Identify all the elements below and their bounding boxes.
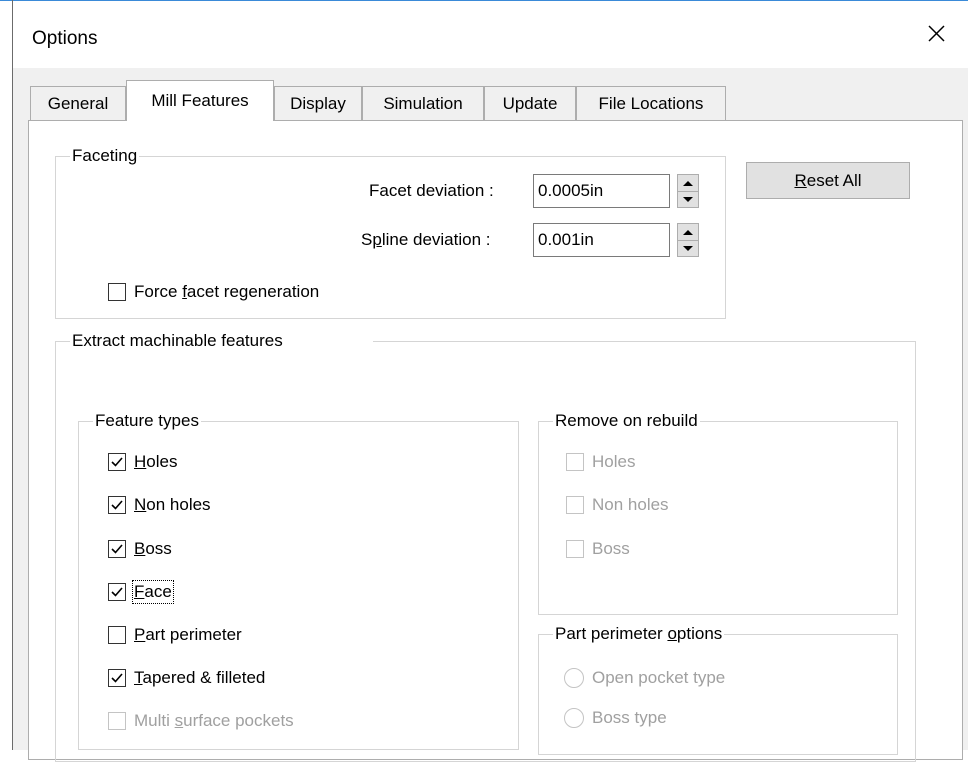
remove-holes-label: Holes [592,452,636,471]
remove-boss-checkbox[interactable]: Boss [566,537,630,561]
checkbox-icon[interactable] [108,540,126,558]
remove-non-holes-checkbox[interactable]: Non holes [566,493,669,517]
feature-part-perimeter-label: Part perimeter [134,625,242,644]
facet-deviation-spinner[interactable] [677,174,699,208]
checkbox-icon[interactable] [108,626,126,644]
spline-deviation-spinner[interactable] [677,223,699,257]
spin-up-icon[interactable] [678,175,698,192]
tab-general[interactable]: General [30,86,126,120]
spin-up-icon[interactable] [678,224,698,241]
checkbox-icon[interactable] [566,540,584,558]
feature-multi-surface-pockets-checkbox[interactable]: Multi surface pockets [108,709,294,733]
tab-update[interactable]: Update [484,86,576,120]
boss-type-radio[interactable]: Boss type [564,706,667,730]
remove-holes-checkbox[interactable]: Holes [566,450,635,474]
checkbox-icon[interactable] [108,712,126,730]
feature-face-checkbox[interactable]: Face [108,580,174,604]
feature-face-label: Face [132,580,174,604]
feature-holes-checkbox[interactable]: Holes [108,450,177,474]
spline-deviation-label: Spline deviation : [361,230,491,249]
checkbox-icon[interactable] [108,583,126,601]
feature-tapered-filleted-checkbox[interactable]: Tapered & filleted [108,666,265,690]
feature-non-holes-checkbox[interactable]: Non holes [108,493,211,517]
open-pocket-type-label: Open pocket type [592,668,726,687]
part-perimeter-options-group: Part perimeter options [538,625,898,755]
spline-deviation-input[interactable]: 0.001in [533,223,670,257]
checkbox-icon[interactable] [566,496,584,514]
reset-all-button[interactable]: Reset All [746,162,910,199]
radio-icon[interactable] [564,668,584,688]
remove-boss-label: Boss [592,539,630,558]
extract-features-legend: Extract machinable features [72,331,283,350]
radio-icon[interactable] [564,708,584,728]
close-icon [928,25,945,42]
checkbox-icon[interactable] [108,496,126,514]
checkbox-icon[interactable] [566,453,584,471]
checkbox-icon[interactable] [108,453,126,471]
window-top-border [0,0,968,1]
part-perimeter-options-legend: Part perimeter options [555,624,723,643]
window-title: Options [32,28,98,49]
feature-part-perimeter-checkbox[interactable]: Part perimeter [108,623,242,647]
open-pocket-type-radio[interactable]: Open pocket type [564,666,725,690]
feature-tapered-filleted-label: Tapered & filleted [134,668,266,687]
feature-types-legend: Feature types [95,411,199,430]
feature-non-holes-label: Non holes [134,495,211,514]
faceting-legend: Faceting [72,146,138,165]
feature-boss-checkbox[interactable]: Boss [108,537,172,561]
remove-on-rebuild-legend: Remove on rebuild [555,411,698,430]
spin-down-icon[interactable] [678,191,698,207]
checkbox-icon[interactable] [108,283,126,301]
tab-display[interactable]: Display [274,86,362,120]
force-facet-regeneration-checkbox[interactable]: Force facet regeneration [108,280,319,304]
feature-multi-surface-pockets-label: Multi surface pockets [134,711,294,730]
close-button[interactable] [920,18,952,50]
remove-non-holes-label: Non holes [592,495,669,514]
facet-deviation-label: Facet deviation : [369,181,494,200]
feature-boss-label: Boss [134,539,172,558]
force-facet-regeneration-label: Force facet regeneration [134,282,320,301]
tab-simulation[interactable]: Simulation [362,86,484,120]
tab-file-locations[interactable]: File Locations [576,86,726,120]
boss-type-label: Boss type [592,708,667,727]
checkbox-icon[interactable] [108,669,126,687]
feature-holes-label: Holes [134,452,178,471]
tab-mill-features[interactable]: Mill Features [126,80,274,121]
spin-down-icon[interactable] [678,240,698,256]
facet-deviation-input[interactable]: 0.0005in [533,174,670,208]
